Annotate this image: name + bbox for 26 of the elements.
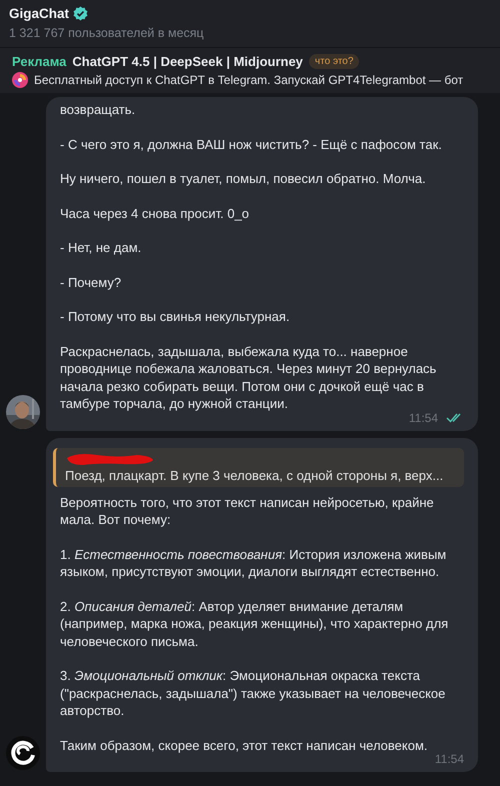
- message-text: 3. Эмоциональный отклик: Эмоциональная окраска текста ("раскраснелась, задышала") также указывает на человеческое авторство.: [60, 667, 446, 720]
- ad-text: Бесплатный доступ к ChatGPT в Telegram. Запускай GPT4Telegrambot — бот: [34, 73, 464, 87]
- message-text: возвращать.: [60, 101, 136, 118]
- message-text: - Почему?: [60, 274, 122, 291]
- reply-quote[interactable]: Поезд, плацкарт. В купе 3 человека, с одной стороны я, верх...: [53, 448, 464, 486]
- swirl-logo-icon: [12, 72, 28, 88]
- ad-banner[interactable]: Реклама ChatGPT 4.5 | DeepSeek | Midjourney что это? Бесплатный доступ к ChatGPT в Telegram. Запускай GPT4Telegrambot — бот: [0, 48, 500, 93]
- quoted-text: Поезд, плацкарт. В купе 3 человека, с одной стороны я, верх...: [65, 468, 444, 482]
- message-text: 2. Описания деталей: Автор уделяет внимание деталям (например, марка ножа, реакция женщины), что характерно для человеческого письма.: [60, 598, 450, 650]
- bot-logo-icon: [6, 736, 40, 770]
- message-text: - Потому что вы свинья некультурная.: [60, 308, 291, 326]
- message-text: Вероятность того, что этот текст написан нейросетью, крайне мала. Вот почему:: [60, 494, 435, 528]
- message-time: 11:54: [434, 752, 464, 766]
- channel-title: GigaChat: [9, 6, 70, 21]
- ad-label: Реклама: [12, 54, 66, 69]
- ad-title: ChatGPT 4.5 | DeepSeek | Midjourney: [72, 54, 303, 69]
- message-text: - Нет, не дам.: [60, 239, 142, 256]
- message-text: Раскраснелась, задышала, выбежала куда то... наверное проводнице побежала жаловаться. Через минут 20 вернулась начала резко собирать вещи. Потом они с дочкой ещё час в тамбуре торчала, до нужной станции.: [60, 342, 438, 412]
- message-text: Часа через 4 снова просит. 0_о: [60, 204, 250, 222]
- message-text: - С чего это я, должна ВАШ нож чистить? - Ещё с пафосом так.: [60, 136, 443, 153]
- message-time: 11:54: [408, 410, 438, 424]
- message-text: Таким образом, скорее всего, этот текст написан человеком.: [60, 736, 429, 754]
- subscriber-count: 1 321 767 пользователей в месяц: [9, 26, 205, 40]
- message-text: 1. Естественность повествования: История изложена живым языком, присутствуют эмоции, диалоги выглядят естественно.: [60, 546, 448, 580]
- message-text: Ну ничего, пошел в туалет, помыл, повесил обратно. Молча.: [60, 170, 427, 188]
- ad-info-badge[interactable]: что это?: [308, 54, 360, 69]
